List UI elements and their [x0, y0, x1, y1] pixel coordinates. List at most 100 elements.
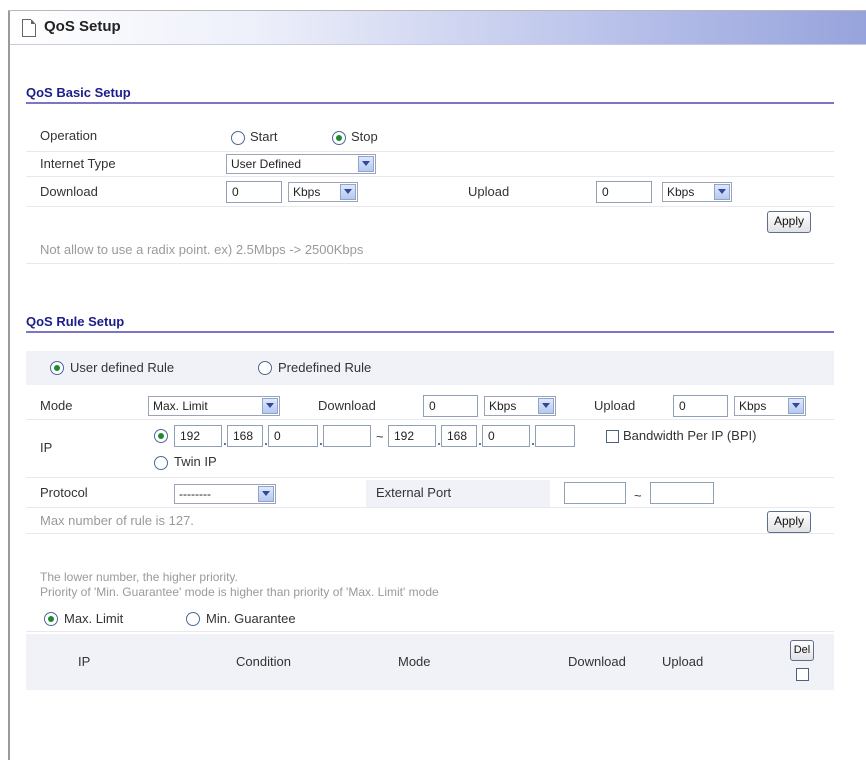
ip-end-octet-4[interactable]: [535, 425, 575, 447]
rule-upload-label: Upload: [594, 398, 636, 413]
basic-section-title: QoS Basic Setup: [26, 85, 131, 100]
basic-bandwidth-row: Download 0 Kbps Upload 0 Kbps: [26, 177, 834, 207]
mode-value: Max. Limit: [153, 399, 208, 413]
twin-ip-label[interactable]: Twin IP: [174, 454, 217, 469]
rule-upload-unit-value: Kbps: [739, 399, 767, 413]
ip-range-radio[interactable]: [154, 429, 168, 443]
rule-upload-input[interactable]: 0: [673, 395, 728, 417]
ip-start-octet-2[interactable]: 168: [227, 425, 263, 447]
frame-left-border: [8, 10, 10, 760]
internet-type-value: User Defined: [231, 157, 302, 171]
external-port-to-input[interactable]: [650, 482, 714, 504]
ip-end-octet-2[interactable]: 168: [441, 425, 477, 447]
operation-stop-label[interactable]: Stop: [351, 129, 378, 144]
priority-note-1: The lower number, the higher priority.: [40, 570, 238, 584]
port-range-separator: ~: [634, 488, 642, 503]
protocol-value: --------: [179, 487, 211, 501]
min-guarantee-radio[interactable]: [186, 612, 200, 626]
rule-section-divider: [26, 331, 834, 333]
ip-dot: [479, 443, 481, 445]
chevron-down-icon: [538, 398, 554, 414]
mode-label: Mode: [40, 398, 73, 413]
bpi-checkbox[interactable]: [606, 430, 619, 443]
column-header-download: Download: [568, 654, 626, 669]
rule-download-label: Download: [318, 398, 376, 413]
min-guarantee-label[interactable]: Min. Guarantee: [206, 611, 296, 626]
protocol-row: Protocol -------- External Port ~: [26, 480, 834, 508]
max-rule-row: Max number of rule is 127.: [26, 508, 834, 534]
user-defined-rule-radio[interactable]: [50, 361, 64, 375]
chevron-down-icon: [788, 398, 804, 414]
user-defined-rule-label[interactable]: User defined Rule: [70, 360, 174, 375]
predefined-rule-label[interactable]: Predefined Rule: [278, 360, 371, 375]
column-header-upload: Upload: [662, 654, 704, 669]
external-port-label: External Port: [376, 485, 452, 500]
download-input[interactable]: 0: [226, 181, 282, 203]
ip-end-octet-1[interactable]: 192: [388, 425, 436, 447]
twin-ip-radio[interactable]: [154, 456, 168, 470]
basic-note-row: Not allow to use a radix point. ex) 2.5M…: [26, 236, 834, 264]
rule-table-header: IP Condition Mode Download Upload Del: [26, 634, 834, 690]
radix-point-note: Not allow to use a radix point. ex) 2.5M…: [40, 242, 364, 257]
protocol-select[interactable]: --------: [174, 484, 276, 504]
ip-dot: [224, 443, 226, 445]
basic-section-divider: [26, 102, 834, 104]
ip-dot: [532, 443, 534, 445]
rule-download-unit-select[interactable]: Kbps: [484, 396, 556, 416]
ip-dot: [438, 443, 440, 445]
download-unit-value: Kbps: [293, 185, 321, 199]
max-limit-label[interactable]: Max. Limit: [64, 611, 123, 626]
priority-note-2: Priority of 'Min. Guarantee' mode is hig…: [40, 585, 439, 599]
rule-apply-button[interactable]: Apply: [767, 511, 811, 533]
bpi-label[interactable]: Bandwidth Per IP (BPI): [623, 428, 756, 443]
ip-start-octet-1[interactable]: 192: [174, 425, 222, 447]
download-unit-select[interactable]: Kbps: [288, 182, 358, 202]
external-port-from-input[interactable]: [564, 482, 626, 504]
ip-end-octet-3[interactable]: 0: [482, 425, 530, 447]
max-limit-radio[interactable]: [44, 612, 58, 626]
rule-type-row: User defined Rule Predefined Rule: [26, 351, 834, 385]
internet-type-select[interactable]: User Defined: [226, 154, 376, 174]
title-bar: QoS Setup: [10, 11, 866, 45]
download-label: Download: [40, 184, 98, 199]
ip-range-separator: ~: [376, 429, 384, 444]
chevron-down-icon: [340, 184, 356, 200]
basic-apply-button[interactable]: Apply: [767, 211, 811, 233]
external-port-cell: External Port: [366, 480, 550, 507]
column-header-ip: IP: [78, 654, 91, 669]
operation-stop-radio[interactable]: [332, 131, 346, 145]
chevron-down-icon: [258, 486, 274, 502]
operation-start-radio[interactable]: [231, 131, 245, 145]
ip-label: IP: [40, 440, 53, 455]
rule-download-input[interactable]: 0: [423, 395, 478, 417]
chevron-down-icon: [358, 156, 374, 172]
ip-dot: [320, 443, 322, 445]
upload-input[interactable]: 0: [596, 181, 652, 203]
priority-mode-row: Max. Limit Min. Guarantee: [26, 606, 834, 632]
ip-dot: [265, 443, 267, 445]
upload-label: Upload: [468, 184, 510, 199]
page-title: QoS Setup: [44, 18, 121, 35]
ip-start-octet-3[interactable]: 0: [268, 425, 318, 447]
rule-section-title: QoS Rule Setup: [26, 314, 125, 329]
mode-select[interactable]: Max. Limit: [148, 396, 280, 416]
internet-type-label: Internet Type: [40, 156, 116, 171]
ip-row: IP 192 168 0 ~ 192 168 0 Bandwidth Per I…: [26, 420, 834, 478]
upload-unit-select[interactable]: Kbps: [662, 182, 732, 202]
ip-start-octet-4[interactable]: [323, 425, 371, 447]
upload-unit-value: Kbps: [667, 185, 695, 199]
rule-download-unit-value: Kbps: [489, 399, 517, 413]
mode-row: Mode Max. Limit Download 0 Kbps Upload 0…: [26, 392, 834, 420]
document-icon: [22, 19, 36, 37]
max-rule-note: Max number of rule is 127.: [40, 513, 194, 528]
rule-upload-unit-select[interactable]: Kbps: [734, 396, 806, 416]
column-header-condition: Condition: [236, 654, 291, 669]
operation-start-label[interactable]: Start: [250, 129, 277, 144]
select-all-checkbox[interactable]: [796, 668, 809, 681]
protocol-label: Protocol: [40, 485, 88, 500]
operation-label: Operation: [40, 128, 98, 143]
column-header-mode: Mode: [398, 654, 431, 669]
chevron-down-icon: [262, 398, 278, 414]
delete-button[interactable]: Del: [790, 640, 814, 661]
predefined-rule-radio[interactable]: [258, 361, 272, 375]
